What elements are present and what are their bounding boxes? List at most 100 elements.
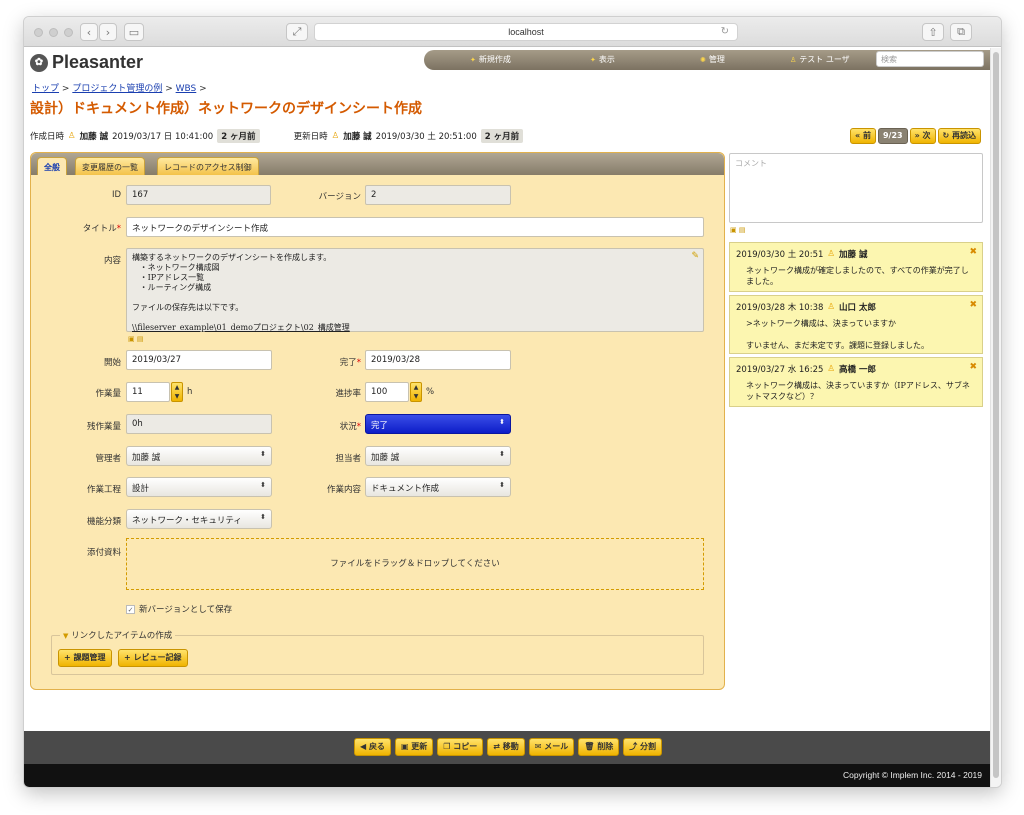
breadcrumb-example[interactable]: プロジェクト管理の例 [72, 84, 162, 94]
manager-select[interactable]: 加藤 誠 ⬍ [126, 446, 272, 466]
reader-icon[interactable]: ⤢ [286, 23, 308, 41]
complete-date-field[interactable]: 2019/03/28 [365, 350, 511, 370]
file-dropzone[interactable]: ファイルをドラッグ＆ドロップしてください [126, 538, 704, 590]
status-select[interactable]: 完了 ⬍ [365, 414, 511, 434]
work-stepper[interactable]: ▲ ▼ [171, 382, 183, 402]
split-button[interactable]: ⤴ 分割 [623, 738, 662, 756]
gear-icon: ✺ [700, 55, 706, 64]
minimize-window-icon[interactable] [49, 28, 58, 37]
content-label: 作業内容 [326, 485, 361, 495]
search-input[interactable]: 検索 [876, 51, 984, 67]
linked-items-legend[interactable]: ▼ リンクしたアイテムの作成 [60, 629, 176, 641]
next-button[interactable]: » 次 [909, 128, 936, 144]
scrollbar-thumb[interactable] [993, 52, 999, 778]
nav-new[interactable]: ✦ 新規作成 [470, 54, 511, 65]
mail-label: メール [544, 742, 569, 751]
edit-pencil-icon[interactable]: ✎ [691, 251, 699, 261]
new-version-option[interactable]: ✓ 新バージョンとして保存 [126, 603, 232, 615]
process-select[interactable]: 設計 ⬍ [126, 477, 272, 497]
body-attach-icons: ▣ ▤ [128, 335, 143, 343]
tabs-overview-icon[interactable]: ⧉ [950, 23, 972, 41]
created-at: 2019/03/17 日 10:41:00 [112, 132, 214, 142]
move-button[interactable]: ⇄ 移動 [487, 738, 525, 756]
select-arrow-icon: ⬍ [260, 513, 266, 521]
delete-comment-icon[interactable]: ✖ [969, 300, 977, 310]
category-select[interactable]: ネットワーク・セキュリティ ⬍ [126, 509, 272, 529]
progress-field[interactable]: 100 [365, 382, 409, 402]
nav-view[interactable]: ✦ 表示 [590, 54, 615, 65]
status-label-text: 状況 [339, 422, 357, 432]
reload-icon[interactable]: ↻ [721, 24, 729, 40]
reload-button[interactable]: ↻ 再読込 [937, 128, 982, 144]
owner-label: 担当者 [335, 454, 361, 464]
progress-stepper[interactable]: ▲ ▼ [410, 382, 422, 402]
back-button[interactable]: ◀ 戻る [354, 738, 391, 756]
create-issue-button[interactable]: + 課題管理 [58, 649, 112, 667]
image-icon[interactable]: ▣ [730, 226, 737, 234]
delete-button[interactable]: 🗑 削除 [578, 738, 620, 756]
comment-input[interactable]: コメント [729, 153, 983, 223]
forward-nav-icon[interactable]: › [99, 23, 117, 41]
create-review-button[interactable]: + レビュー記録 [118, 649, 188, 667]
new-version-checkbox[interactable]: ✓ [126, 604, 135, 614]
attach-label: 添付資料 [86, 548, 121, 558]
category-label: 機能分類 [86, 517, 121, 527]
address-bar[interactable]: localhost ↻ [314, 23, 738, 41]
start-label: 開始 [103, 358, 121, 368]
main-nav: ✦ 新規作成 ✦ 表示 ✺ 管理 ♙ テスト ユーザ 検索 [424, 50, 990, 70]
update-button[interactable]: ▣ 更新 [394, 738, 434, 756]
close-window-icon[interactable] [34, 28, 43, 37]
back-label: 戻る [368, 742, 385, 751]
title-field[interactable]: ネットワークのデザインシート作成 [126, 217, 704, 237]
content-select[interactable]: ドキュメント作成 ⬍ [365, 477, 511, 497]
share-icon[interactable]: ⇧ [922, 23, 944, 41]
comment-author[interactable]: 加藤 誠 [839, 248, 867, 260]
title-label: タイトル* [51, 222, 121, 234]
tab-general[interactable]: 全般 [37, 157, 67, 175]
created-ago-badge: 2 ヶ月前 [217, 129, 260, 143]
start-date-field[interactable]: 2019/03/27 [126, 350, 272, 370]
breadcrumb-wbs[interactable]: WBS [176, 84, 197, 94]
create-review-label: レビュー記録 [133, 653, 182, 662]
prev-button[interactable]: « 前 [850, 128, 876, 144]
delete-comment-icon[interactable]: ✖ [969, 247, 977, 257]
breadcrumb-top[interactable]: トップ [32, 84, 59, 94]
title-label-text: タイトル [82, 224, 117, 234]
user-icon: ♙ [68, 131, 76, 141]
sidebar-toggle-icon[interactable]: ▭ [124, 23, 144, 41]
body-link[interactable]: \\fileserver_example\01_demoプロジェクト\02_構成… [132, 323, 698, 333]
app-logo[interactable]: ✿ Pleasanter [30, 52, 143, 73]
updated-by[interactable]: 加藤 誠 [343, 130, 371, 142]
mail-button[interactable]: ✉ メール [528, 738, 575, 756]
select-arrow-icon: ⬍ [499, 450, 505, 458]
delete-comment-icon[interactable]: ✖ [969, 362, 977, 372]
nav-user-label: テスト ユーザ [799, 55, 850, 64]
collapse-triangle-icon: ▼ [63, 632, 69, 640]
page-scrollbar[interactable] [990, 48, 1001, 787]
record-meta: 作成日時 ♙ 加藤 誠 2019/03/17 日 10:41:00 2 ヶ月前 … [30, 129, 524, 143]
copy-button[interactable]: ❐ コピー [437, 738, 484, 756]
zoom-window-icon[interactable] [64, 28, 73, 37]
nav-user[interactable]: ♙ テスト ユーザ [790, 54, 850, 65]
body-line: ・IPアドレス一覧 [132, 273, 205, 282]
created-by[interactable]: 加藤 誠 [80, 130, 108, 142]
file-icon[interactable]: ▤ [739, 226, 746, 234]
tab-access-control[interactable]: レコードのアクセス制御 [157, 157, 259, 175]
created-label: 作成日時 [30, 132, 65, 142]
work-field[interactable]: 11 [126, 382, 170, 402]
image-icon[interactable]: ▣ [128, 335, 135, 343]
owner-select[interactable]: 加藤 誠 ⬍ [365, 446, 511, 466]
comment-author[interactable]: 高橋 一郎 [839, 363, 876, 375]
comment-date: 2019/03/28 木 10:38 [736, 303, 824, 313]
user-icon: ♙ [331, 131, 340, 141]
updated-at: 2019/03/30 土 20:51:00 [375, 132, 477, 142]
comment-author[interactable]: 山口 太郎 [839, 301, 876, 313]
comment-attach-icons: ▣ ▤ [730, 226, 745, 234]
back-nav-icon[interactable]: ‹ [80, 23, 98, 41]
user-icon: ♙ [827, 249, 836, 259]
file-icon[interactable]: ▤ [137, 335, 144, 343]
body-field[interactable]: 構築するネットワークのデザインシートを作成します。 ・ネットワーク構成図 ・IP… [126, 248, 704, 332]
record-pager: « 前 9/23 » 次 ↻ 再読込 [850, 128, 982, 144]
tab-history[interactable]: 変更履歴の一覧 [75, 157, 145, 175]
nav-admin[interactable]: ✺ 管理 [700, 54, 725, 65]
